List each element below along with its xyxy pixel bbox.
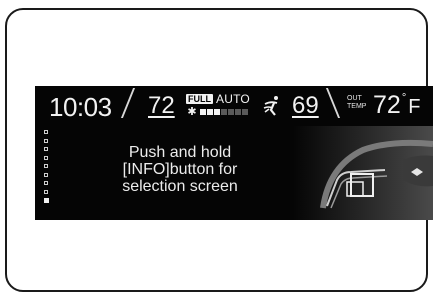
temp-unit: F <box>408 96 421 118</box>
message-line: Push and hold <box>128 144 232 161</box>
page-indicator-dot <box>44 130 48 134</box>
page-indicator-dot <box>44 155 48 160</box>
fan-level-bar <box>221 109 227 115</box>
passenger-set-temp: 69 <box>292 92 319 119</box>
fan-mode-label: AUTO <box>216 92 250 106</box>
fan-speed-indicator: FULL AUTO ✱ <box>186 92 256 122</box>
divider <box>120 88 136 118</box>
message-line: selection screen <box>122 178 238 195</box>
page-indicator-dot <box>44 198 49 203</box>
airflow-mode-icon <box>263 96 278 116</box>
outside-temp-label: OUT TEMP <box>347 95 367 110</box>
page-indicator-dot <box>44 181 48 185</box>
page-indicator <box>44 130 50 208</box>
degree-symbol: ° <box>401 92 407 104</box>
fan-level-bar <box>200 109 206 115</box>
multi-function-display: 10:03 72 FULL AUTO ✱ 69 OUT TEMP 72° F P… <box>35 86 433 220</box>
fan-level-bar <box>235 109 241 115</box>
info-message: Push and hold [INFO]button for selection… <box>95 144 265 195</box>
page-indicator-dot <box>44 172 48 177</box>
fan-level-bar <box>207 109 213 115</box>
fan-level-bar <box>242 109 248 115</box>
driver-set-temp: 72 <box>148 92 175 119</box>
status-bar: 10:03 72 FULL AUTO ✱ 69 OUT TEMP 72° F <box>35 86 433 126</box>
outside-temp-value: 72 <box>373 91 401 119</box>
message-line: [INFO]button for <box>122 161 238 178</box>
fan-full-badge: FULL <box>186 94 213 104</box>
outside-temp: 72° F <box>373 91 420 120</box>
fan-level-bar <box>214 109 220 115</box>
page-indicator-dot <box>44 164 48 168</box>
page-indicator-dot <box>44 138 48 143</box>
page-indicator-dot <box>44 147 48 151</box>
divider <box>325 88 341 118</box>
manual-figure-frame: 10:03 72 FULL AUTO ✱ 69 OUT TEMP 72° F P… <box>5 8 433 292</box>
fan-level-bars <box>200 109 248 115</box>
fan-icon: ✱ <box>187 106 197 118</box>
clock: 10:03 <box>49 92 112 122</box>
fan-level-bar <box>228 109 234 115</box>
page-indicator-dot <box>44 189 48 194</box>
steering-wheel-illustration <box>293 126 433 220</box>
